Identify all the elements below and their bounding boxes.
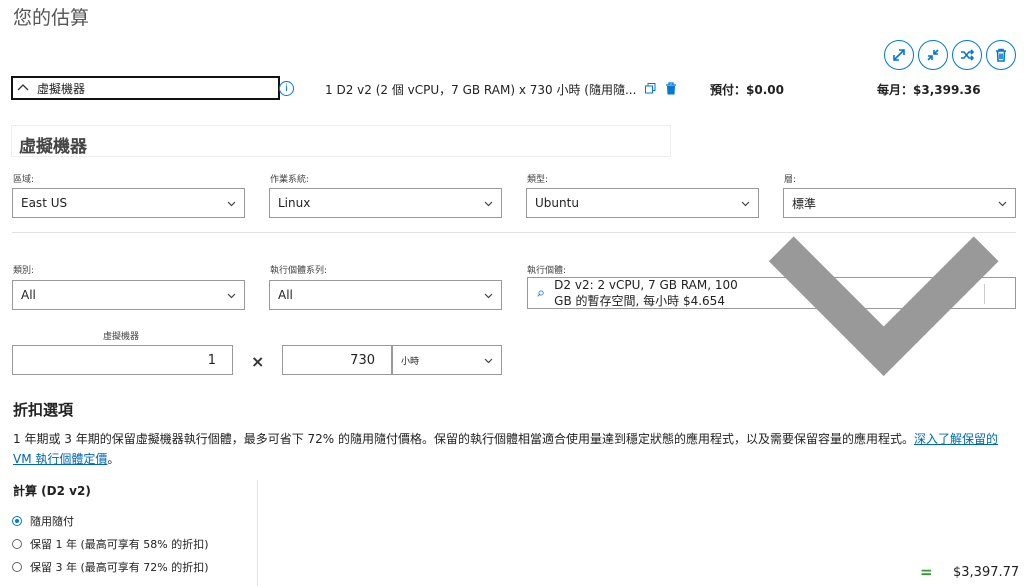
upfront-cost: 預付：$0.00 [710,83,784,97]
discount-description: 1 年期或 3 年期的保留虛擬機器執行個體，最多可省下 72% 的隨用隨付價格。… [13,429,1013,469]
collapse-icon [927,49,939,61]
instance-label: 執行個體: [527,266,567,276]
category-select[interactable]: All [12,280,245,310]
info-icon[interactable]: i [279,81,294,96]
trash-icon[interactable] [665,82,677,95]
radio-icon[interactable] [12,562,22,572]
series-select[interactable]: All [269,280,502,310]
os-label: 作業系統: [270,175,310,185]
series-value: All [278,288,293,302]
radio-icon[interactable] [12,539,22,549]
chevron-down-icon [741,201,750,207]
expand-icon [893,49,905,61]
option-reserved-1yr[interactable]: 保留 1 年 (最高可享有 58% 的折扣) [12,536,209,552]
region-select[interactable]: East US [12,188,245,218]
dropdown-separator [984,284,985,304]
chevron-up-icon[interactable] [17,82,29,94]
type-label: 類型: [527,175,549,185]
option-pay-as-you-go[interactable]: 隨用隨付 [12,513,74,529]
chevron-down-icon [227,293,236,299]
search-icon [537,289,544,297]
vm-count-label: 虛擬機器 [103,332,140,342]
estimate-name: 虛擬機器 [37,81,86,96]
option-label: 保留 1 年 (最高可享有 58% 的折扣) [30,538,209,551]
collapse-all-button[interactable] [918,40,948,70]
section-header-box [11,125,671,157]
chevron-down-icon [484,358,493,364]
type-value: Ubuntu [535,196,579,210]
discount-title: 折扣選項 [13,401,74,419]
estimate-summary: 1 D2 v2 (2 個 vCPU，7 GB RAM) x 730 小時 (隨用… [325,83,637,97]
category-label: 類別: [13,266,35,276]
copy-icon[interactable] [645,83,656,94]
shuffle-icon [961,49,975,61]
vertical-divider [257,480,258,586]
page-title: 您的估算 [13,7,90,29]
os-value: Linux [278,196,311,210]
chevron-down-icon [484,293,493,299]
region-value: East US [21,196,68,210]
compute-title: 計算 (D2 v2) [13,484,91,498]
multiply-icon: × [251,352,265,371]
monthly-cost: 每月：$3,399.36 [877,83,981,97]
chevron-down-icon [484,201,493,207]
discount-text-end: 。 [107,452,120,466]
discount-text: 1 年期或 3 年期的保留虛擬機器執行個體，最多可省下 72% 的隨用隨付價格。… [13,432,915,446]
option-label: 保留 3 年 (最高可享有 72% 的折扣) [30,561,209,574]
compute-total: $3,397.77 [953,565,1020,580]
estimate-name-field[interactable]: 虛擬機器 [11,76,280,100]
hours-unit-value: 小時 [401,356,420,367]
delete-icon [996,48,1006,62]
chevron-down-icon [227,201,236,207]
os-select[interactable]: Linux [269,188,502,218]
shuffle-button[interactable] [952,40,982,70]
category-value: All [21,288,36,302]
instance-value: D2 v2: 2 vCPU, 7 GB RAM, 100 GB 的暫存空間, 每… [554,277,738,308]
region-label: 區域: [13,175,35,185]
delete-all-button[interactable] [986,40,1016,70]
hours-input[interactable]: 730 [282,345,392,375]
series-label: 執行個體系列: [270,266,328,276]
vm-count-value: 1 [207,352,216,368]
chevron-down-icon [768,236,999,377]
section-title: 虛擬機器 [19,137,87,157]
type-select[interactable]: Ubuntu [526,188,759,218]
expand-all-button[interactable] [884,40,914,70]
equals-icon: = [920,563,933,581]
hours-value: 730 [350,352,375,368]
option-reserved-3yr[interactable]: 保留 3 年 (最高可享有 72% 的折扣) [12,559,209,575]
instance-select[interactable]: D2 v2: 2 vCPU, 7 GB RAM, 100 GB 的暫存空間, 每… [527,236,1016,377]
vm-count-input[interactable]: 1 [12,345,233,375]
hours-unit-select[interactable]: 小時 [392,345,502,375]
radio-selected-icon[interactable] [12,516,22,526]
option-label: 隨用隨付 [30,515,74,528]
